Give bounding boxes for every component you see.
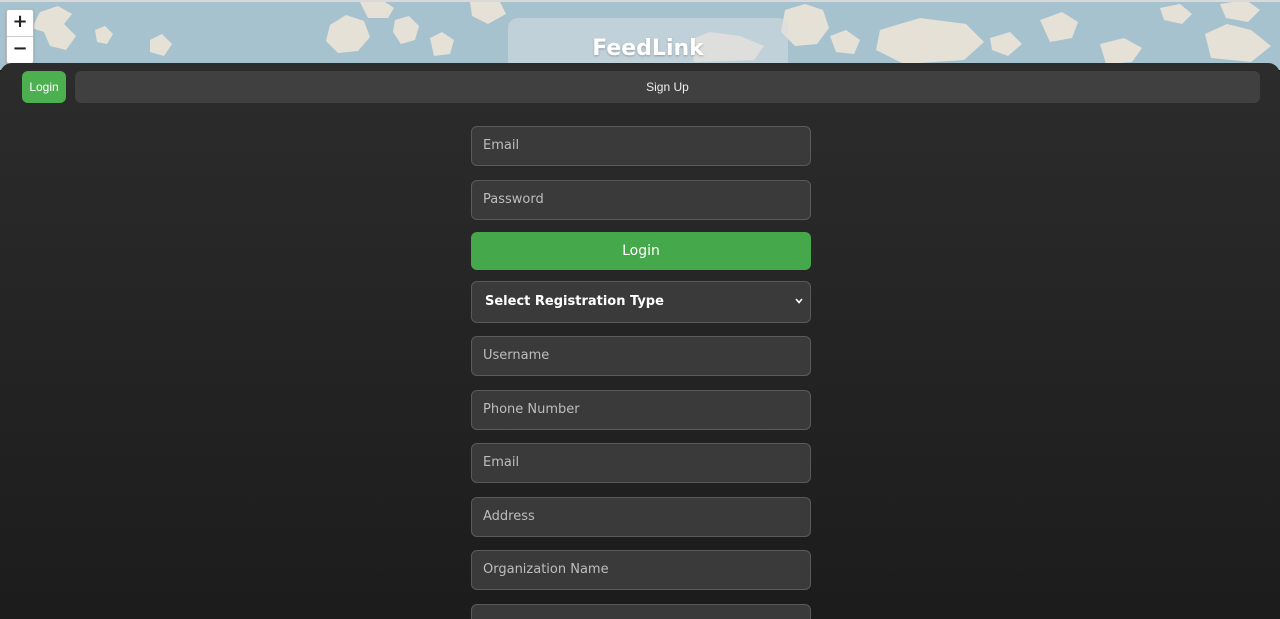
- chevron-down-icon: [795, 298, 803, 304]
- organization-placeholder: Organization Name: [483, 562, 609, 577]
- login-password-field[interactable]: Password: [471, 180, 811, 220]
- app-root: + − FeedLink Login Sign Up Email Passwor…: [0, 0, 1280, 619]
- zoom-control: + −: [6, 9, 34, 64]
- next-field-partial[interactable]: [471, 604, 811, 619]
- signup-email-field[interactable]: Email: [471, 443, 811, 483]
- organization-field[interactable]: Organization Name: [471, 550, 811, 590]
- map-top-border: [0, 0, 1280, 2]
- address-placeholder: Address: [483, 509, 535, 524]
- brand-title: FeedLink: [592, 36, 704, 61]
- login-password-placeholder: Password: [483, 192, 544, 207]
- zoom-in-icon[interactable]: +: [7, 10, 33, 36]
- address-field[interactable]: Address: [471, 497, 811, 537]
- registration-type-value: Select Registration Type: [485, 294, 664, 309]
- phone-placeholder: Phone Number: [483, 402, 580, 417]
- phone-field[interactable]: Phone Number: [471, 390, 811, 430]
- signup-email-placeholder: Email: [483, 455, 520, 470]
- zoom-out-icon[interactable]: −: [7, 36, 33, 63]
- registration-type-select[interactable]: Select Registration Type: [471, 281, 811, 323]
- auth-tabs: Login Sign Up: [22, 71, 1260, 103]
- username-field[interactable]: Username: [471, 336, 811, 376]
- login-email-field[interactable]: Email: [471, 126, 811, 166]
- login-submit-button[interactable]: Login: [471, 232, 811, 270]
- username-placeholder: Username: [483, 348, 550, 363]
- auth-panel: Login Sign Up Email Password Login Selec…: [0, 63, 1280, 619]
- tab-login[interactable]: Login: [22, 71, 66, 103]
- login-email-placeholder: Email: [483, 138, 520, 153]
- tab-signup[interactable]: Sign Up: [75, 71, 1260, 103]
